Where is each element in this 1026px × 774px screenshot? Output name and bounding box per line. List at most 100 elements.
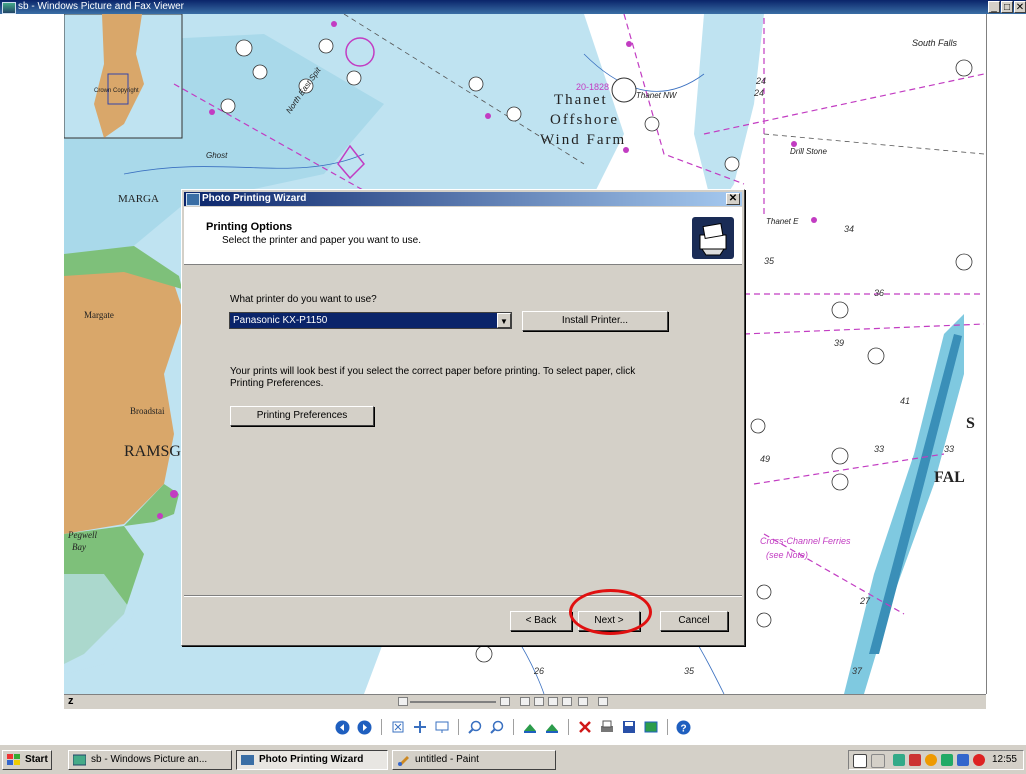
back-button[interactable]: < Back xyxy=(510,611,572,631)
paint-icon xyxy=(397,754,410,766)
pan-button[interactable] xyxy=(598,697,608,706)
rotate-clockwise-icon[interactable] xyxy=(521,718,539,736)
printer-dropdown[interactable]: Panasonic KX-P1150 ▼ xyxy=(229,312,512,329)
taskbar-item-label: untitled - Paint xyxy=(415,754,479,765)
previous-image-icon[interactable] xyxy=(334,718,352,736)
footer-divider xyxy=(184,595,742,597)
taskbar: Start sb - Windows Picture an... Photo P… xyxy=(0,744,1026,774)
svg-text:37: 37 xyxy=(852,666,863,676)
wizard-icon xyxy=(186,193,200,206)
label-drill-stone: Drill Stone xyxy=(790,147,827,156)
taskbar-item-label: Photo Printing Wizard xyxy=(259,754,364,765)
header-title: Printing Options xyxy=(206,221,293,233)
label-thanet-nw: Thanet NW xyxy=(636,91,678,100)
viewer-title-bar: sb - Windows Picture and Fax Viewer _ □ … xyxy=(0,0,1026,14)
cancel-button[interactable]: Cancel xyxy=(660,611,728,631)
next-image-icon[interactable] xyxy=(356,718,374,736)
start-button[interactable]: Start xyxy=(2,750,52,770)
start-label: Start xyxy=(25,754,48,765)
taskbar-item-photo-printing-wizard[interactable]: Photo Printing Wizard xyxy=(236,750,388,770)
label-cross-channel: Cross-Channel Ferries xyxy=(760,536,851,546)
delete-icon[interactable] xyxy=(576,718,594,736)
picture-viewer-icon xyxy=(72,754,87,766)
tray-app-icon[interactable] xyxy=(925,754,937,766)
dialog-close-button[interactable]: ✕ xyxy=(726,193,740,205)
label-pegwell: Pegwell xyxy=(67,530,97,540)
label-south-falls: South Falls xyxy=(912,38,958,48)
zoom-out-icon[interactable] xyxy=(488,718,506,736)
next-button[interactable]: Next > xyxy=(578,611,640,631)
nav-first-button[interactable] xyxy=(520,697,530,706)
label-broadstairs: Broadstai xyxy=(130,406,165,416)
label-year: 20-1828 xyxy=(576,82,609,92)
wizard-icon xyxy=(241,754,254,766)
printing-preferences-button[interactable]: Printing Preferences xyxy=(230,406,374,426)
printer-camera-icon xyxy=(692,217,734,259)
label-bay: Bay xyxy=(72,542,86,552)
tray-app-icon[interactable] xyxy=(973,754,985,766)
header-subtitle: Select the printer and paper you want to… xyxy=(222,235,422,246)
close-button[interactable]: ✕ xyxy=(1014,1,1026,13)
label-crown-copyright: Crown Copyright xyxy=(94,88,139,94)
svg-text:26: 26 xyxy=(533,666,544,676)
help-icon[interactable]: ? xyxy=(675,718,693,736)
save-icon[interactable] xyxy=(620,718,638,736)
minimize-button[interactable]: _ xyxy=(988,1,1000,13)
open-editor-icon[interactable] xyxy=(642,718,660,736)
taskbar-item-paint[interactable]: untitled - Paint xyxy=(392,750,556,770)
svg-text:33: 33 xyxy=(944,444,954,454)
slideshow-icon[interactable] xyxy=(433,718,451,736)
svg-text:35: 35 xyxy=(684,666,695,676)
picture-viewer-icon xyxy=(2,2,16,14)
taskbar-item-picture-viewer[interactable]: sb - Windows Picture an... xyxy=(68,750,232,770)
svg-text:?: ? xyxy=(681,723,687,734)
svg-text:41: 41 xyxy=(900,396,910,406)
tray-app-icon[interactable] xyxy=(941,754,953,766)
label-see-note: (see Note) xyxy=(766,550,808,560)
label-margate: Margate xyxy=(84,310,114,320)
print-icon[interactable] xyxy=(598,718,616,736)
system-tray: 12:55 xyxy=(848,750,1024,770)
viewer-status-bar: z xyxy=(64,694,986,709)
svg-text:39: 39 xyxy=(834,338,844,348)
wizard-header: Printing Options Select the printer and … xyxy=(184,207,742,265)
zoom-in-small-button[interactable] xyxy=(500,697,510,706)
label-offshore: Offshore xyxy=(550,112,619,128)
fit-button[interactable] xyxy=(578,697,588,706)
tray-app-icon[interactable] xyxy=(893,754,905,766)
paper-hint-line2: Printing Preferences. xyxy=(230,378,324,389)
best-fit-icon[interactable] xyxy=(389,718,407,736)
actual-size-icon[interactable] xyxy=(411,718,429,736)
paper-hint-line1: Your prints will look best if you select… xyxy=(230,366,636,377)
tray-app-icon[interactable] xyxy=(957,754,969,766)
nav-prev-button[interactable] xyxy=(534,697,544,706)
label-thanet: Thanet xyxy=(554,92,608,108)
dialog-title: Photo Printing Wizard xyxy=(202,193,307,204)
viewer-toolbar: ? xyxy=(0,714,1026,740)
network-icon[interactable] xyxy=(853,754,867,768)
rotate-counterclockwise-icon[interactable] xyxy=(543,718,561,736)
nav-last-button[interactable] xyxy=(562,697,572,706)
svg-text:36: 36 xyxy=(874,288,884,298)
chevron-down-icon[interactable]: ▼ xyxy=(497,313,511,328)
zoom-slider[interactable] xyxy=(410,701,496,703)
nav-next-button[interactable] xyxy=(548,697,558,706)
printer-question-label: What printer do you want to use? xyxy=(230,294,377,305)
svg-text:24: 24 xyxy=(755,76,766,86)
svg-text:34: 34 xyxy=(844,224,854,234)
svg-text:24: 24 xyxy=(753,88,764,98)
photo-printing-wizard-dialog: Photo Printing Wizard ✕ Printing Options… xyxy=(181,189,745,646)
windows-logo-icon xyxy=(7,754,20,766)
zoom-in-icon[interactable] xyxy=(466,718,484,736)
install-printer-button[interactable]: Install Printer... xyxy=(522,311,668,331)
zoom-indicator: z xyxy=(68,695,74,707)
dialog-title-bar: Photo Printing Wizard ✕ xyxy=(184,192,742,206)
label-thanet-e: Thanet E xyxy=(766,217,799,226)
svg-text:49: 49 xyxy=(760,454,770,464)
zoom-out-small-button[interactable] xyxy=(398,697,408,706)
svg-text:35: 35 xyxy=(764,256,775,266)
tray-app-icon[interactable] xyxy=(909,754,921,766)
label-fal: FAL xyxy=(934,469,965,486)
maximize-button[interactable]: □ xyxy=(1001,1,1013,13)
volume-icon[interactable] xyxy=(871,754,885,768)
